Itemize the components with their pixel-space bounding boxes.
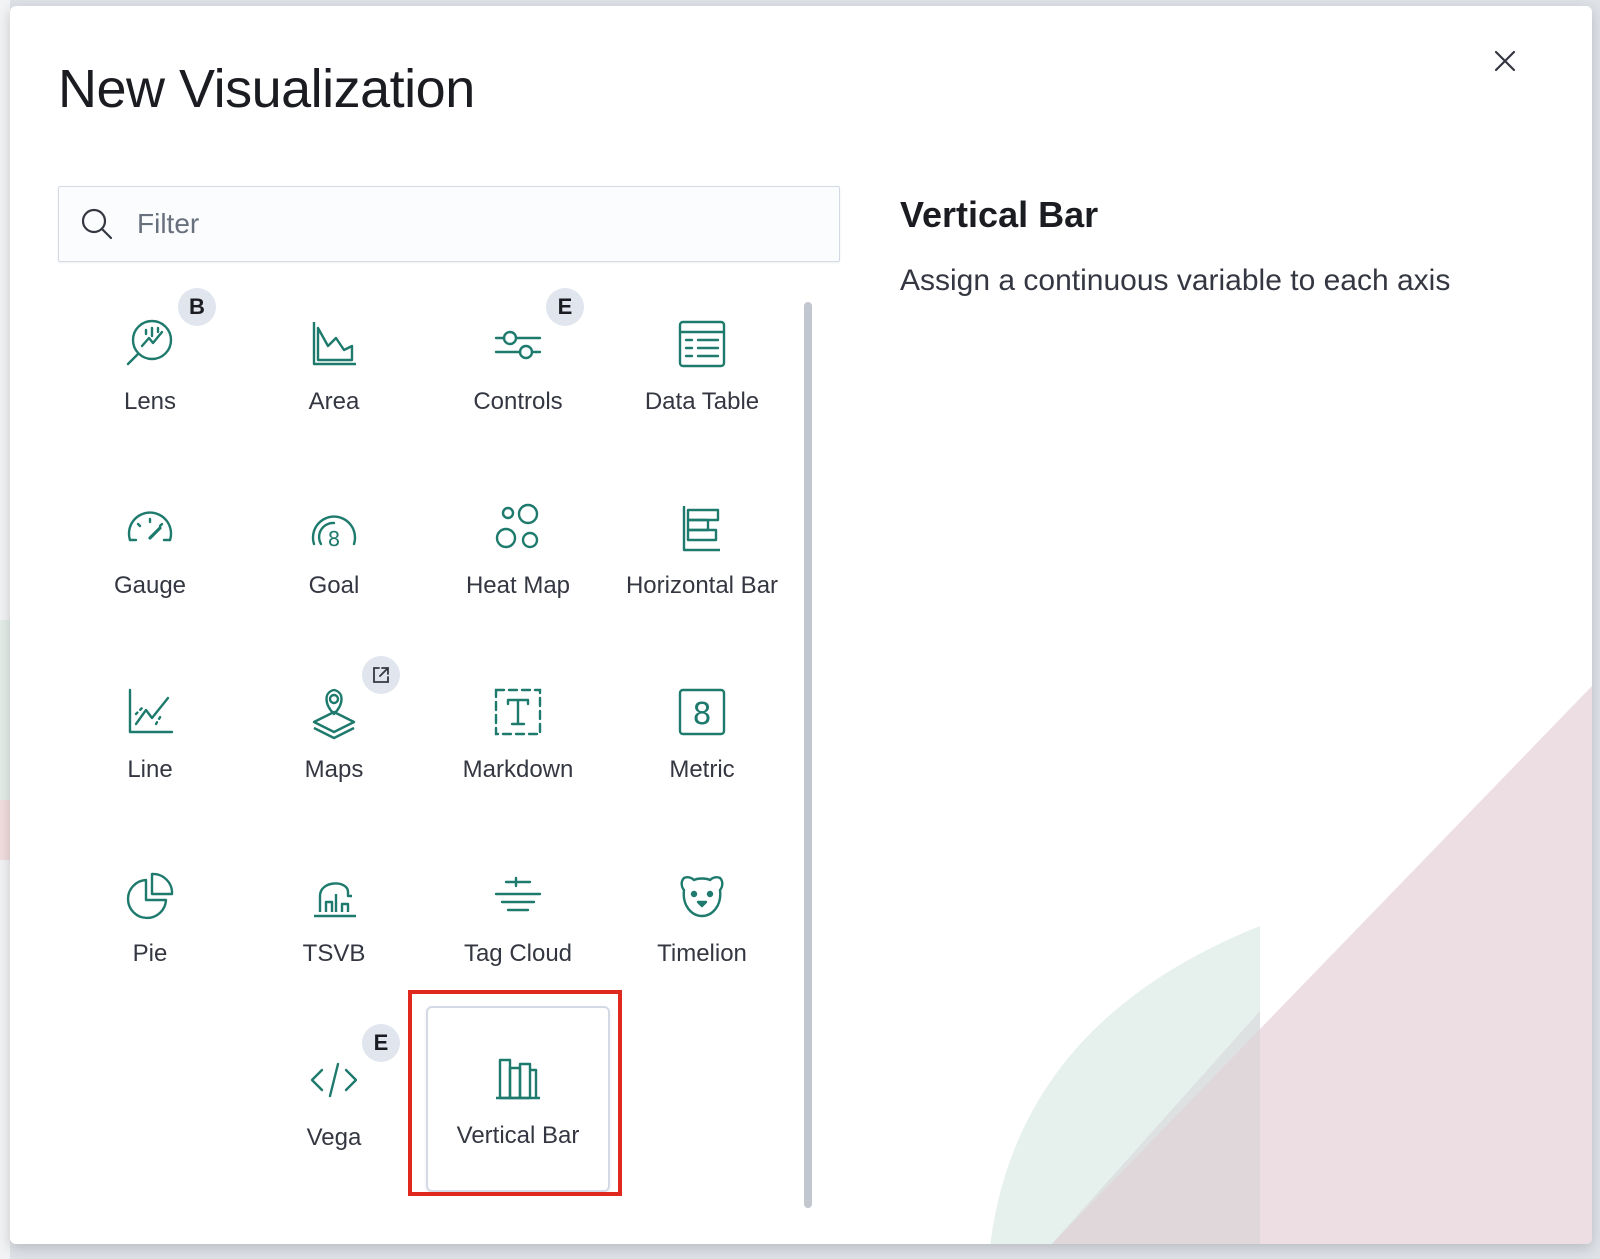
vis-card-label: Lens <box>123 388 177 415</box>
vis-card-heat-map[interactable]: Heat Map <box>426 478 610 662</box>
vis-card-goal[interactable]: 8 Goal <box>242 478 426 662</box>
metric-icon: 8 <box>674 684 730 740</box>
modal-title: New Visualization <box>58 59 475 119</box>
vis-card-label: Horizontal Bar <box>625 572 779 599</box>
vis-card-label: Metric <box>669 756 735 783</box>
vis-card-label: Timelion <box>657 940 747 967</box>
decorative-illustration <box>990 686 1592 1244</box>
area-chart-icon <box>306 316 362 372</box>
background-strip <box>0 0 10 1259</box>
controls-icon <box>490 316 546 372</box>
maps-icon <box>306 684 362 740</box>
vis-card-label: Maps <box>304 756 364 783</box>
vis-card-label: Vega <box>306 1124 362 1151</box>
external-link-badge <box>362 656 400 694</box>
vega-code-icon <box>306 1052 362 1108</box>
svg-text:8: 8 <box>692 697 711 732</box>
markdown-icon <box>490 684 546 740</box>
vis-card-tsvb[interactable]: TSVB <box>242 846 426 1030</box>
tsvb-icon <box>306 868 362 924</box>
vis-card-label: Markdown <box>462 756 574 783</box>
filter-input[interactable] <box>135 207 819 241</box>
vis-card-label: Data Table <box>644 388 760 415</box>
beta-badge: B <box>178 288 216 326</box>
timelion-icon <box>674 868 730 924</box>
vis-card-line[interactable]: Line <box>58 662 242 846</box>
search-icon <box>79 206 115 242</box>
vis-card-gauge[interactable]: Gauge <box>58 478 242 662</box>
horizontal-bar-icon <box>674 500 730 556</box>
vis-card-lens[interactable]: Lens B <box>58 288 242 478</box>
vis-card-metric[interactable]: 8 Metric <box>610 662 794 846</box>
data-table-icon <box>674 316 730 372</box>
tag-cloud-icon <box>490 868 546 924</box>
vis-card-pie[interactable]: Pie <box>58 846 242 1030</box>
vis-card-data-table[interactable]: Data Table <box>610 294 794 478</box>
vis-card-label: Pie <box>132 940 168 967</box>
visualization-grid: Lens B Area Controls E Data Table Gauge … <box>58 288 810 1224</box>
vis-card-label: Controls <box>473 388 563 415</box>
vis-card-label: Area <box>308 388 360 415</box>
vis-card-timelion[interactable]: Timelion <box>610 846 794 1030</box>
vis-card-maps[interactable]: Maps <box>242 656 426 846</box>
line-chart-icon <box>122 684 178 740</box>
vertical-bar-icon <box>490 1050 546 1106</box>
vis-card-label: Vertical Bar <box>456 1122 580 1149</box>
vis-card-label: Tag Cloud <box>463 940 573 967</box>
new-visualization-modal: New Visualization Lens <box>10 6 1592 1244</box>
filter-field[interactable] <box>58 186 840 262</box>
detail-description: Assign a continuous variable to each axi… <box>900 264 1451 297</box>
vis-card-label: Line <box>127 756 173 783</box>
vis-card-label: Heat Map <box>465 572 571 599</box>
experimental-badge: E <box>546 288 584 326</box>
vis-card-horizontal-bar[interactable]: Horizontal Bar <box>610 478 794 662</box>
vis-card-tag-cloud[interactable]: Tag Cloud <box>426 846 610 1030</box>
external-link-icon <box>373 667 389 683</box>
lens-icon <box>122 316 178 372</box>
vis-card-vertical-bar[interactable]: Vertical Bar <box>426 1006 610 1192</box>
vis-card-markdown[interactable]: Markdown <box>426 662 610 846</box>
goal-icon: 8 <box>306 500 362 556</box>
vis-card-area[interactable]: Area <box>242 294 426 478</box>
vis-card-label: Goal <box>308 572 360 599</box>
pie-chart-icon <box>122 868 178 924</box>
close-button[interactable] <box>1488 44 1522 78</box>
vis-card-label: TSVB <box>302 940 366 967</box>
detail-title: Vertical Bar <box>900 194 1099 235</box>
vis-card-controls[interactable]: Controls E <box>426 288 610 478</box>
vis-card-vega[interactable]: Vega E <box>242 1024 426 1214</box>
vis-card-label: Gauge <box>113 572 187 599</box>
svg-text:8: 8 <box>328 527 341 551</box>
close-icon <box>1494 50 1516 72</box>
experimental-badge: E <box>362 1024 400 1062</box>
gauge-icon <box>122 500 178 556</box>
heat-map-icon <box>490 500 546 556</box>
grid-scrollbar[interactable] <box>804 302 812 1208</box>
